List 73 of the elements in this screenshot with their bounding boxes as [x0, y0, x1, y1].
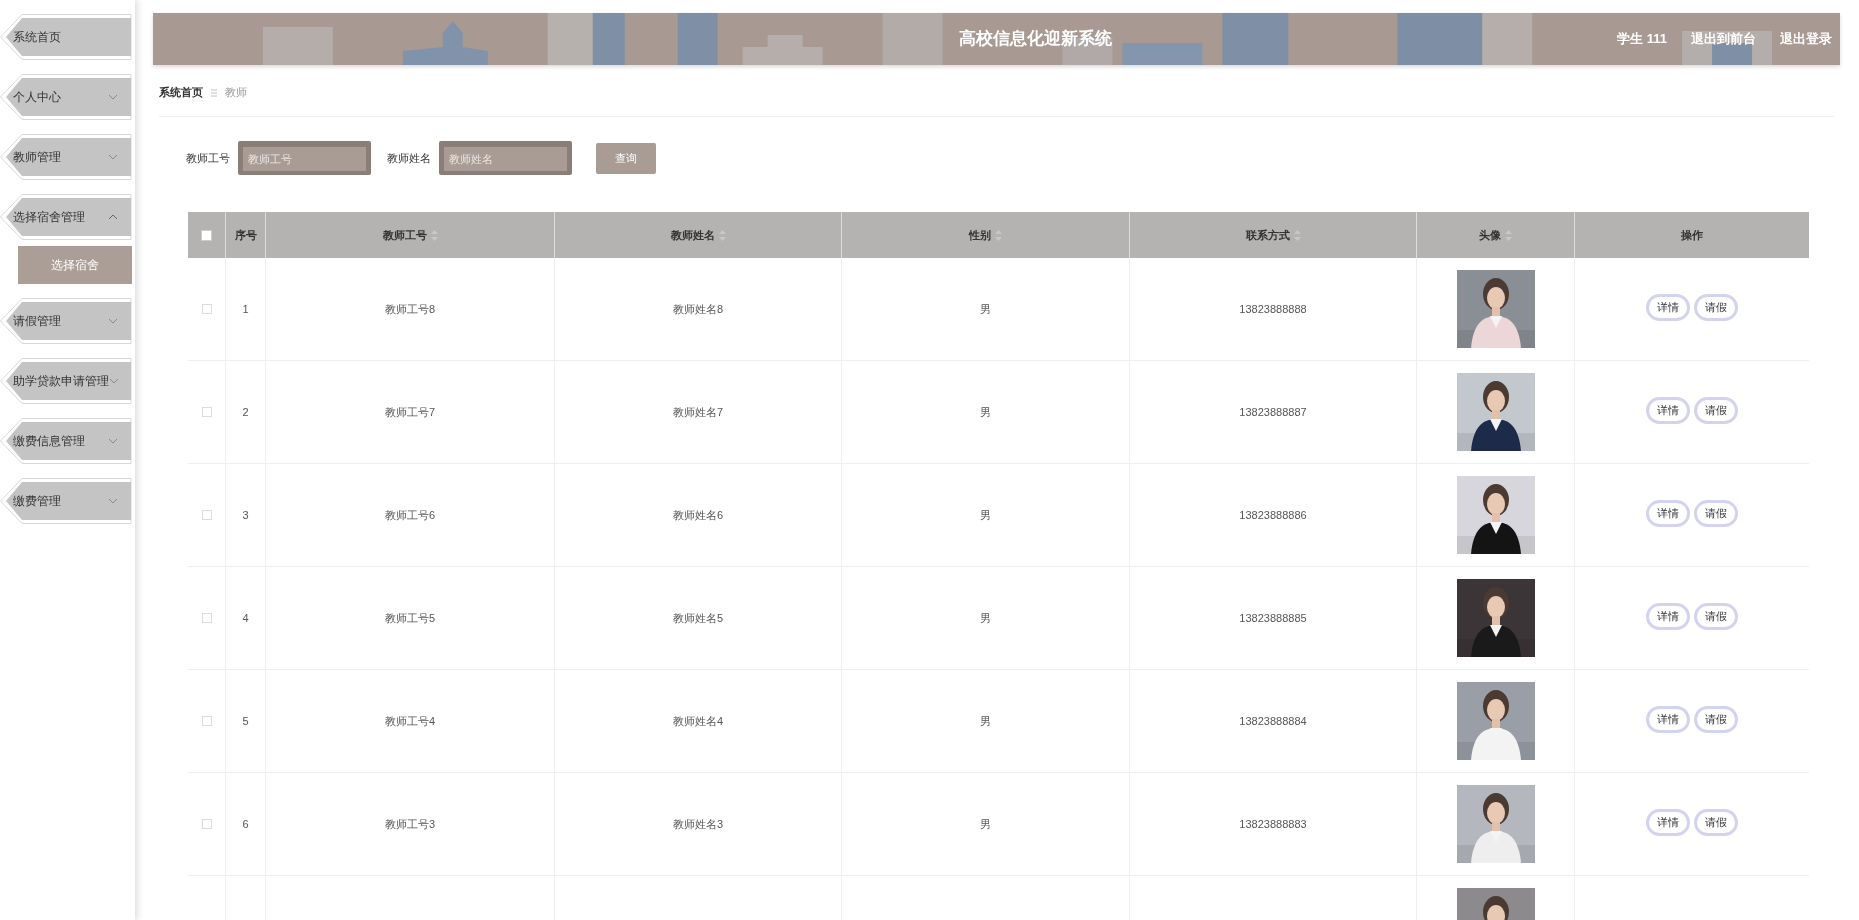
sidebar-menu-item[interactable]: 选择宿舍管理 — [0, 194, 132, 240]
action-button[interactable]: 请假 — [1694, 602, 1738, 630]
row-checkbox[interactable] — [201, 613, 212, 623]
action-button[interactable]: 请假 — [1694, 705, 1738, 733]
table-cell-text: 13823888883 — [1239, 816, 1307, 832]
row-checkbox[interactable] — [201, 304, 212, 314]
column-header[interactable]: 教师工号 — [266, 212, 555, 258]
action-button[interactable]: 详情 — [1646, 808, 1690, 836]
breadcrumb-item[interactable]: 系统首页 — [159, 84, 203, 101]
sidebar-menu-item[interactable]: 缴费信息管理 — [0, 418, 132, 464]
table-cell-text: 13823888888 — [1239, 301, 1307, 317]
column-header[interactable]: 联系方式 — [1130, 212, 1417, 258]
sidebar-menu-item[interactable]: 请假管理 — [0, 298, 132, 344]
row-checkbox[interactable] — [201, 407, 212, 417]
sidebar-menu-item[interactable]: 系统首页 — [0, 14, 132, 60]
search-field[interactable]: 教师工号 — [238, 141, 371, 175]
row-checkbox[interactable] — [201, 716, 212, 726]
breadcrumb-item: 教师 — [225, 85, 247, 101]
table-cell-text: 男 — [980, 713, 991, 729]
table-cell-text: 教师工号7 — [384, 404, 436, 420]
sidebar-menu-item[interactable]: 助学贷款申请管理 — [0, 358, 132, 404]
column-header[interactable]: 教师姓名 — [555, 212, 842, 258]
search-field[interactable]: 教师姓名 — [439, 141, 572, 175]
table-cell-text: 教师姓名7 — [672, 404, 724, 420]
table-cell-text: 3 — [242, 507, 249, 523]
table-cell-text: 男 — [980, 404, 991, 420]
column-header[interactable]: 性别 — [842, 212, 1130, 258]
table-cell-text: 13823888887 — [1239, 404, 1307, 420]
action-button[interactable]: 详情 — [1646, 705, 1690, 733]
table-cell-text: 男 — [980, 301, 991, 317]
select-all-checkbox[interactable] — [201, 229, 212, 241]
action-button[interactable]: 请假 — [1694, 396, 1738, 424]
user-name: 学生 111 — [1617, 30, 1667, 49]
table-cell-text: 教师工号6 — [384, 507, 436, 523]
table-cell-text: 13823888885 — [1239, 610, 1307, 626]
table-cell-text: 2 — [242, 404, 249, 420]
field-label: 教师姓名 — [387, 150, 431, 166]
table-cell-text: 教师姓名6 — [672, 507, 724, 523]
row-checkbox[interactable] — [201, 819, 212, 829]
sidebar-menu-item[interactable]: 缴费管理 — [0, 478, 132, 524]
app-title: 高校信息化迎新系统 — [958, 28, 1112, 51]
table-cell-text: 5 — [242, 713, 249, 729]
column-header: 序号 — [226, 212, 266, 258]
table-cell-text: 13823888886 — [1239, 507, 1307, 523]
table-cell-text: 13823888884 — [1239, 713, 1307, 729]
table-cell-text: 男 — [980, 507, 991, 523]
column-header: 操作 — [1680, 227, 1704, 243]
table-cell-text: 4 — [242, 610, 249, 626]
action-button[interactable]: 详情 — [1646, 499, 1690, 527]
table-cell-text: 6 — [242, 816, 249, 832]
table-cell-text: 男 — [980, 816, 991, 832]
separator-icon — [211, 88, 217, 97]
table-cell-text: 男 — [980, 610, 991, 626]
action-button[interactable]: 请假 — [1694, 808, 1738, 836]
table-cell-text: 教师姓名4 — [672, 713, 724, 729]
action-button[interactable]: 请假 — [1694, 499, 1738, 527]
sidebar-menu-item[interactable]: 教师管理 — [0, 134, 132, 180]
table-cell-text: 1 — [242, 301, 249, 317]
action-button[interactable]: 请假 — [1694, 293, 1738, 321]
action-button[interactable]: 详情 — [1646, 293, 1690, 321]
table-cell-text: 教师姓名3 — [672, 816, 724, 832]
field-label: 教师工号 — [186, 150, 230, 166]
table-cell-text: 教师姓名5 — [672, 610, 724, 626]
action-button[interactable]: 详情 — [1646, 396, 1690, 424]
table-cell-text: 教师工号8 — [384, 301, 436, 317]
table-cell-text: 教师姓名8 — [672, 301, 724, 317]
sidebar-menu-item[interactable]: 个人中心 — [0, 74, 132, 120]
column-header[interactable]: 头像 — [1417, 212, 1575, 258]
table-cell-text: 教师工号5 — [384, 610, 436, 626]
table-cell-text: 教师工号3 — [384, 816, 436, 832]
row-checkbox[interactable] — [201, 510, 212, 520]
action-button[interactable]: 详情 — [1646, 602, 1690, 630]
table-cell-text: 教师工号4 — [384, 713, 436, 729]
